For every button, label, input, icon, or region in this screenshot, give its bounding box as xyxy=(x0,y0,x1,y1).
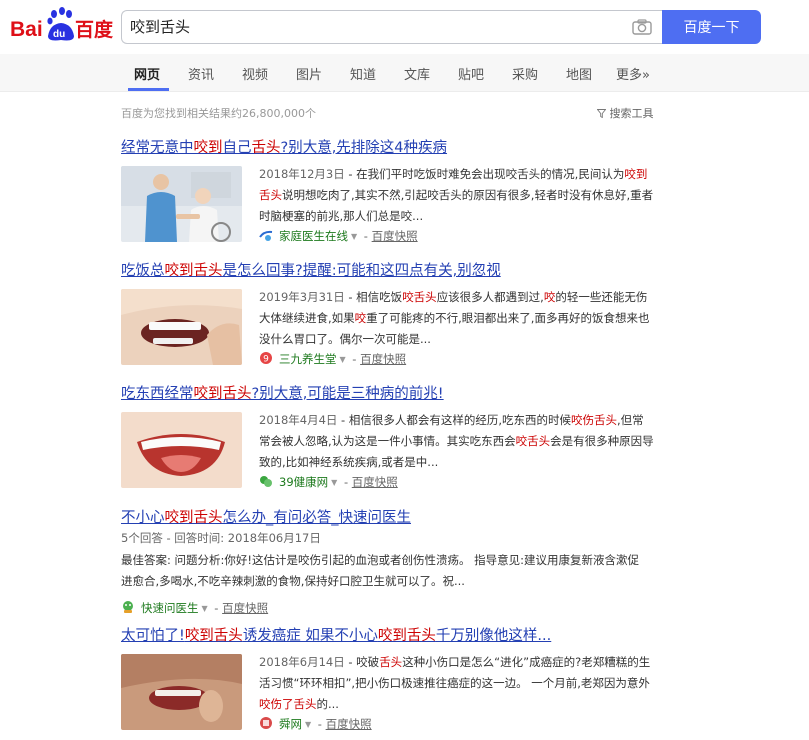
search-tabs: 网页 资讯 视频 图片 知道 文库 贴吧 采购 地图 更多» xyxy=(0,54,809,92)
site-icon: 9 xyxy=(259,351,273,365)
baidu-logo[interactable]: Bai du 百度 xyxy=(10,6,114,44)
snapshot-link[interactable]: 百度快照 xyxy=(352,475,398,489)
result-thumbnail[interactable] xyxy=(121,654,242,730)
active-tab-indicator xyxy=(128,88,169,91)
result-title-link[interactable]: 吃饭总咬到舌头是怎么回事?提醒:可能和这四点有关,别忽视 xyxy=(121,261,681,281)
camera-icon[interactable] xyxy=(632,19,652,35)
search-result: 太可怕了!咬到舌头诱发癌症 如果不小心咬到舌头千万别像他这样... 2018年6… xyxy=(121,626,681,731)
search-result: 吃东西经常咬到舌头?别大意,可能是三种病的前兆! 2018年4月4日 - 相信很… xyxy=(121,384,681,489)
tab-zhidao[interactable]: 知道 xyxy=(350,64,376,83)
tab-web[interactable]: 网页 xyxy=(134,64,160,83)
tab-more[interactable]: 更多» xyxy=(616,64,650,83)
search-box xyxy=(121,10,662,44)
logo-text-bai: Bai xyxy=(10,18,43,41)
result-source: 快速问医生 ▼ - 百度快照 xyxy=(121,600,268,616)
site-icon xyxy=(259,474,273,488)
tab-news[interactable]: 资讯 xyxy=(188,64,214,83)
result-thumbnail[interactable] xyxy=(121,166,242,242)
caret-down-icon[interactable]: ▼ xyxy=(331,478,337,487)
snapshot-link[interactable]: 百度快照 xyxy=(326,717,372,731)
result-snippet: 2018年6月14日 - 咬破舌头这种小伤口是怎么“进化”成癌症的?老郑糟糕的生… xyxy=(259,655,651,711)
search-tools-button[interactable]: 搜索工具 xyxy=(596,105,654,121)
result-snippet: 2018年12月3日 - 在我们平时吃饭时难免会出现咬舌头的情况,民间认为咬到舌… xyxy=(259,167,654,223)
source-name[interactable]: 39健康网 xyxy=(279,475,328,489)
result-source: 9 三九养生堂 ▼ - 百度快照 xyxy=(259,351,406,368)
result-source: 家庭医生在线 ▼ - 百度快照 xyxy=(259,228,418,245)
result-title-link[interactable]: 吃东西经常咬到舌头?别大意,可能是三种病的前兆! xyxy=(121,384,681,404)
site-icon xyxy=(259,228,273,242)
result-snippet: 最佳答案: 问题分析:你好!这估计是咬伤引起的血泡或者创伤性溃疡。 指导意见:建… xyxy=(121,553,640,588)
tab-wenku[interactable]: 文库 xyxy=(404,64,430,83)
search-result: 经常无意中咬到自己舌头?别大意,先排除这4种疾病 2018年12月3日 - 在我… xyxy=(121,138,681,243)
result-title-link[interactable]: 不小心咬到舌头怎么办_有问必答_快速问医生 xyxy=(121,508,681,528)
search-input[interactable] xyxy=(130,11,620,43)
header: Bai du 百度 百度一下 xyxy=(0,0,809,54)
caret-down-icon[interactable]: ▼ xyxy=(351,232,357,241)
snapshot-link[interactable]: 百度快照 xyxy=(222,601,268,615)
site-icon xyxy=(259,716,273,730)
logo-text-baidu-cn: 百度 xyxy=(75,18,114,41)
result-snippet: 2019年3月31日 - 相信吃饭咬舌头应该很多人都遇到过,咬的轻一些还能无伤大… xyxy=(259,290,650,346)
result-source: 39健康网 ▼ - 百度快照 xyxy=(259,474,398,491)
caret-down-icon[interactable]: ▼ xyxy=(202,604,208,613)
snapshot-link[interactable]: 百度快照 xyxy=(360,352,406,366)
result-thumbnail[interactable] xyxy=(121,412,242,488)
search-result: 吃饭总咬到舌头是怎么回事?提醒:可能和这四点有关,别忽视 2019年3月31日 … xyxy=(121,261,681,366)
tab-video[interactable]: 视频 xyxy=(242,64,268,83)
answer-meta: 5个回答 - 回答时间: 2018年06月17日 xyxy=(121,531,321,545)
search-tools-label: 搜索工具 xyxy=(609,107,654,120)
tab-map[interactable]: 地图 xyxy=(566,64,592,83)
result-title-link[interactable]: 太可怕了!咬到舌头诱发癌症 如果不小心咬到舌头千万别像他这样... xyxy=(121,626,681,646)
caret-down-icon[interactable]: ▼ xyxy=(305,720,311,729)
search-button[interactable]: 百度一下 xyxy=(662,10,761,44)
site-icon xyxy=(121,600,135,614)
tab-images[interactable]: 图片 xyxy=(296,64,322,83)
result-count: 百度为您找到相关结果约26,800,000个 xyxy=(121,107,316,120)
source-name[interactable]: 舜网 xyxy=(279,717,302,731)
source-name[interactable]: 三九养生堂 xyxy=(279,352,337,366)
source-name[interactable]: 家庭医生在线 xyxy=(279,229,348,243)
tab-tieba[interactable]: 贴吧 xyxy=(458,64,484,83)
logo-text-du: du xyxy=(53,29,65,40)
result-snippet: 2018年4月4日 - 相信很多人都会有这样的经历,吃东西的时候咬伤舌头,但常常… xyxy=(259,413,654,469)
caret-down-icon[interactable]: ▼ xyxy=(340,355,346,364)
snapshot-link[interactable]: 百度快照 xyxy=(372,229,418,243)
search-result: 不小心咬到舌头怎么办_有问必答_快速问医生 5个回答 - 回答时间: 2018年… xyxy=(121,508,681,615)
svg-text:9: 9 xyxy=(263,355,269,365)
tab-purchase[interactable]: 采购 xyxy=(512,64,538,83)
source-name[interactable]: 快速问医生 xyxy=(141,601,199,615)
result-source: 舜网 ▼ - 百度快照 xyxy=(259,716,372,733)
result-title-link[interactable]: 经常无意中咬到自己舌头?别大意,先排除这4种疾病 xyxy=(121,138,681,158)
result-thumbnail[interactable] xyxy=(121,289,242,365)
filter-icon xyxy=(596,107,610,120)
